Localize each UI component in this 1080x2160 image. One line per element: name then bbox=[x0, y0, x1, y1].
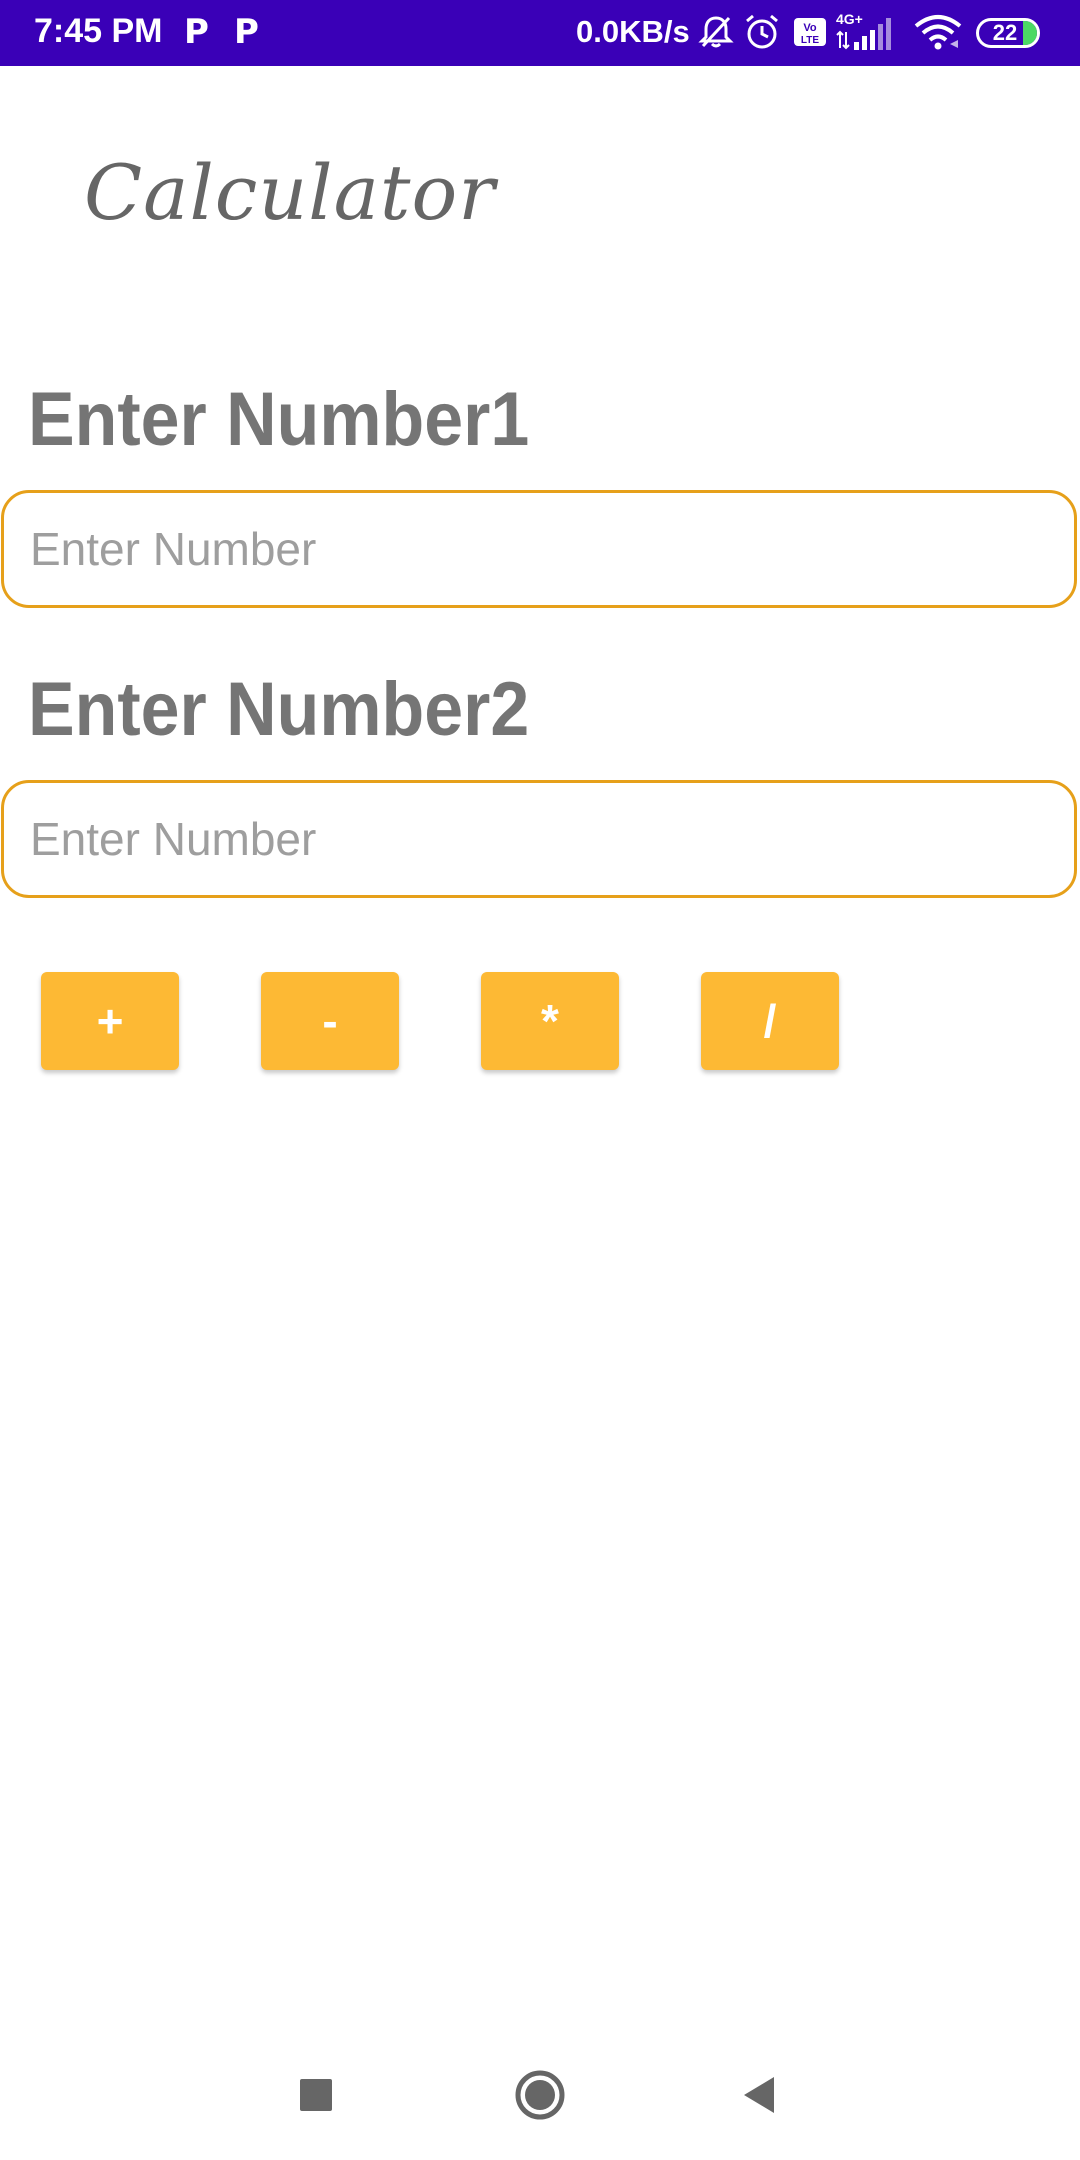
divide-button[interactable]: / bbox=[701, 972, 839, 1070]
subtract-button[interactable]: - bbox=[261, 972, 399, 1070]
back-icon bbox=[744, 2077, 774, 2113]
back-button[interactable] bbox=[725, 2060, 795, 2130]
wifi-icon bbox=[914, 14, 962, 57]
notification-p-icon: P bbox=[234, 12, 259, 52]
4g-signal-icon: 4G+ bbox=[834, 10, 896, 59]
battery-icon: 22 bbox=[976, 18, 1040, 48]
alarm-icon bbox=[742, 12, 782, 57]
network-type-label: 4G+ bbox=[836, 11, 863, 27]
volte-label-top: Vo bbox=[803, 22, 817, 34]
recent-apps-icon bbox=[300, 2079, 332, 2111]
status-bar: 7:45 PM P P 0.0KB/s Vo LTE 4G+ 22 bbox=[0, 0, 1080, 66]
home-icon bbox=[515, 2070, 565, 2120]
battery-level: 22 bbox=[992, 20, 1018, 45]
recent-apps-button[interactable] bbox=[281, 2060, 351, 2130]
app-title: Calculator bbox=[84, 148, 496, 237]
bell-off-icon bbox=[696, 12, 736, 57]
status-time: 7:45 PM bbox=[34, 12, 163, 50]
volte-icon: Vo LTE bbox=[792, 12, 828, 57]
volte-label-bottom: LTE bbox=[801, 35, 819, 46]
multiply-button[interactable]: * bbox=[481, 972, 619, 1070]
notification-p-icon: P bbox=[184, 12, 209, 52]
number1-input[interactable] bbox=[1, 490, 1077, 608]
network-speed: 0.0KB/s bbox=[576, 14, 690, 49]
add-button[interactable]: + bbox=[41, 972, 179, 1070]
number2-input[interactable] bbox=[1, 780, 1077, 898]
number2-label: Enter Number2 bbox=[28, 667, 530, 752]
home-button[interactable] bbox=[505, 2060, 575, 2130]
number1-label: Enter Number1 bbox=[28, 377, 530, 462]
